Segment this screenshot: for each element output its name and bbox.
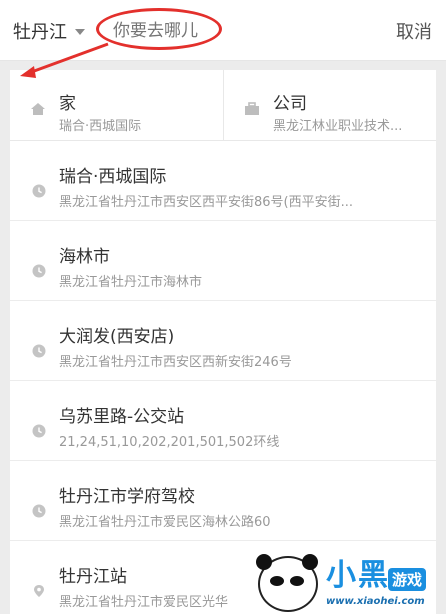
history-address: 黑龙江省牡丹江市西安区西平安街86号(西平安街... xyxy=(59,195,354,210)
history-title: 海林市 xyxy=(59,247,110,267)
home-subtitle: 瑞合·西城国际 xyxy=(59,119,142,134)
pin-icon xyxy=(34,585,44,597)
history-address: 黑龙江省牡丹江市爱民区光华 xyxy=(59,595,229,610)
history-title: 牡丹江站 xyxy=(59,567,127,587)
home-icon xyxy=(31,103,45,115)
history-address: 21,24,51,10,202,201,501,502环线 xyxy=(59,435,280,450)
history-address: 黑龙江省牡丹江市海林市 xyxy=(59,275,203,290)
work-shortcut[interactable]: 公司 黑龙江林业职业技术... xyxy=(224,70,436,140)
clock-icon xyxy=(32,504,46,518)
history-title: 牡丹江市学府驾校 xyxy=(59,487,195,507)
history-item[interactable]: 乌苏里路-公交站 21,24,51,10,202,201,501,502环线 xyxy=(10,381,436,461)
suggestion-panel: 家 瑞合·西城国际 公司 黑龙江林业职业技术... 瑞合·西城国际 黑龙江省牡丹… xyxy=(10,70,436,614)
briefcase-icon xyxy=(245,102,259,115)
work-subtitle: 黑龙江林业职业技术... xyxy=(273,119,403,134)
clock-icon xyxy=(32,344,46,358)
clock-icon xyxy=(32,264,46,278)
quick-places: 家 瑞合·西城国际 公司 黑龙江林业职业技术... xyxy=(10,70,436,141)
home-title: 家 xyxy=(59,94,76,114)
work-title: 公司 xyxy=(273,94,307,114)
history-title: 瑞合·西城国际 xyxy=(59,167,167,187)
search-input[interactable] xyxy=(103,14,235,48)
home-shortcut[interactable]: 家 瑞合·西城国际 xyxy=(10,70,223,140)
clock-icon xyxy=(32,424,46,438)
city-label: 牡丹江 xyxy=(13,22,67,43)
history-address: 黑龙江省牡丹江市爱民区海林公路60 xyxy=(59,515,271,530)
history-address: 黑龙江省牡丹江市西安区西新安街246号 xyxy=(59,355,292,370)
clock-icon xyxy=(32,184,46,198)
history-list: 瑞合·西城国际 黑龙江省牡丹江市西安区西平安街86号(西平安街... 海林市 黑… xyxy=(10,141,436,614)
history-item[interactable]: 牡丹江站 黑龙江省牡丹江市爱民区光华 xyxy=(10,541,436,614)
history-item[interactable]: 大润发(西安店) 黑龙江省牡丹江市西安区西新安街246号 xyxy=(10,301,436,381)
caret-down-icon xyxy=(75,29,85,35)
history-item[interactable]: 瑞合·西城国际 黑龙江省牡丹江市西安区西平安街86号(西平安街... xyxy=(10,141,436,221)
cancel-button[interactable]: 取消 xyxy=(396,18,432,44)
history-title: 大润发(西安店) xyxy=(59,327,175,347)
city-selector[interactable]: 牡丹江 xyxy=(13,18,85,44)
history-item[interactable]: 海林市 黑龙江省牡丹江市海林市 xyxy=(10,221,436,301)
history-title: 乌苏里路-公交站 xyxy=(59,407,185,427)
top-bar: 牡丹江 取消 xyxy=(0,0,446,61)
history-item[interactable]: 牡丹江市学府驾校 黑龙江省牡丹江市爱民区海林公路60 xyxy=(10,461,436,541)
